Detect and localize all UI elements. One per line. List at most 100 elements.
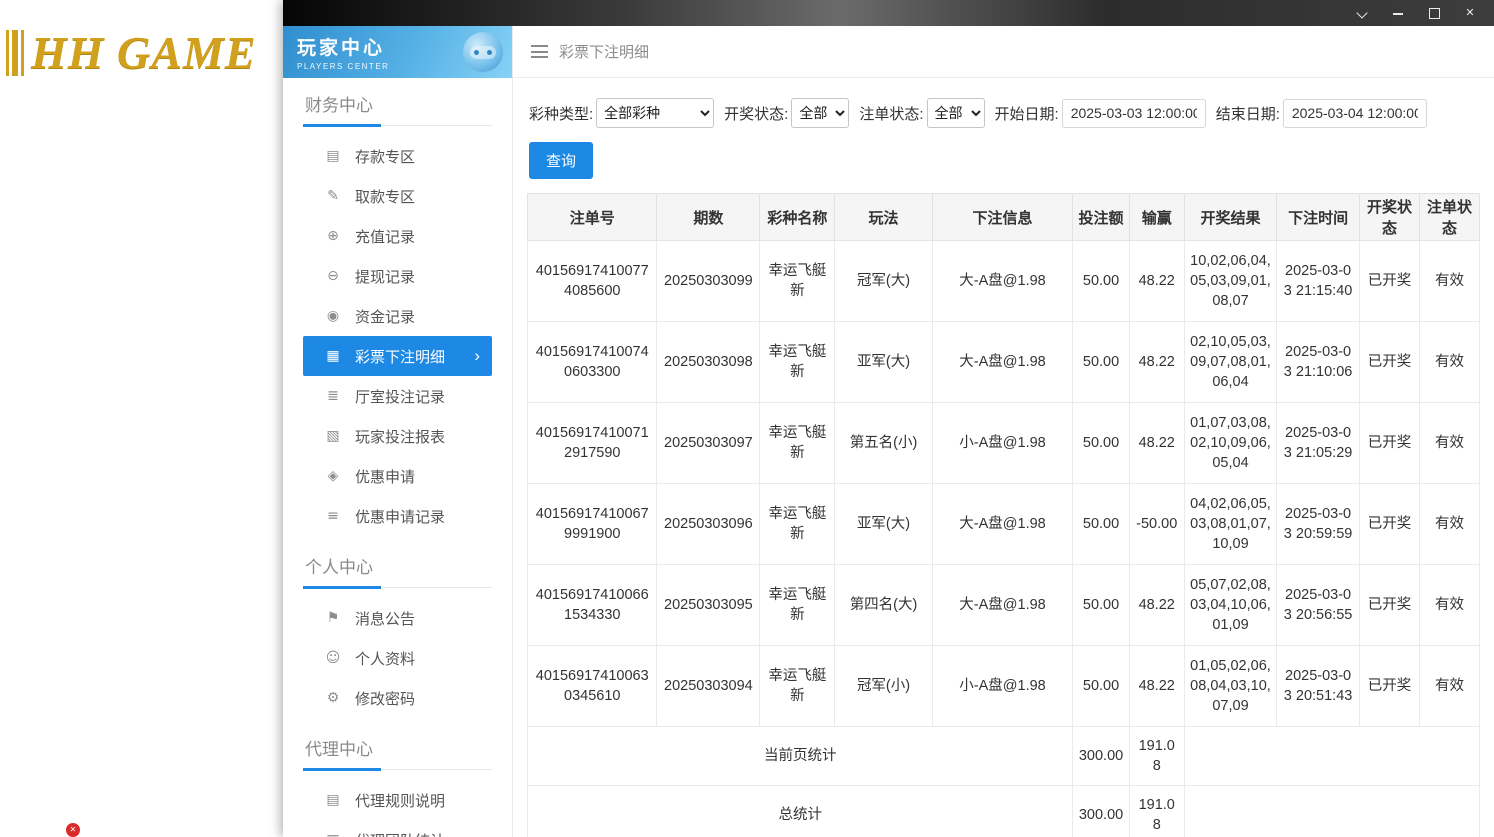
cell-bet-time: 2025-03-03 21:10:06 <box>1276 321 1360 403</box>
draw-status-label: 开奖状态: <box>724 105 789 123</box>
column-header-bet-amount: 投注额 <box>1072 193 1130 241</box>
cell-lottery-name: 幸运飞艇新 <box>759 483 836 565</box>
column-header-issue-number: 期数 <box>656 193 761 241</box>
cell-draw-status: 已开奖 <box>1358 402 1420 484</box>
cell-draw-result: 04,02,06,05,03,08,01,07,10,09 <box>1183 483 1278 565</box>
sidebar-item-withdrawal-records[interactable]: ⊖ 提现记录 <box>303 256 492 296</box>
section-title: 财务中心 <box>303 78 492 127</box>
summary-empty <box>1183 785 1481 837</box>
sidebar-item-label: 代理团队统计 <box>355 830 445 837</box>
sidebar-item-agent-team-stats[interactable]: ▦ 代理团队统计 <box>303 820 492 837</box>
sidebar-item-label: 厅室投注记录 <box>355 388 446 406</box>
draw-status-select[interactable]: 全部 <box>791 98 850 128</box>
sidebar-item-label: 资金记录 <box>355 308 416 326</box>
table-header-row: 注单号 期数 彩种名称 玩法 下注信息 投注额 输赢 开奖结果 下注时间 开奖状态 注单状态 <box>526 193 1481 241</box>
summary-label: 当前页统计 <box>526 726 1074 786</box>
sidebar-menu: 财务中心 ▤ 存款专区 ✎ 取款专区 ⊕ 充值记录 ⊖ 提现记录 ◉ 资金记录 ▦ 彩票下注明细 › ≣ 厅室… <box>283 78 512 837</box>
sidebar-item-announcements[interactable]: ⚑ 消息公告 <box>303 598 492 638</box>
start-date-input[interactable] <box>1061 98 1206 128</box>
app-window: 玩家中心 PLAYERS CENTER 财务中心 ▤ 存款专区 ✎ 取款专区 ⊕ 充值记录 ⊖… <box>283 0 1494 837</box>
cell-draw-result: 10,02,06,04,05,03,09,01,08,07 <box>1183 240 1278 322</box>
cell-bet-status: 有效 <box>1418 402 1481 484</box>
column-header-lottery-name: 彩种名称 <box>759 193 836 241</box>
sidebar-item-promo-apply-records[interactable]: ≡ 优惠申请记录 <box>303 496 492 536</box>
promo-apply-icon: ◈ <box>327 468 339 484</box>
sidebar-item-agent-rules[interactable]: ▤ 代理规则说明 <box>303 780 492 820</box>
summary-empty <box>1183 726 1481 786</box>
cell-bet-status: 有效 <box>1418 240 1481 322</box>
cell-draw-status: 已开奖 <box>1358 240 1420 322</box>
table-row: 401569174100712917590 20250303097 幸运飞艇新 第五名… <box>526 402 1481 484</box>
sidebar-item-label: 修改密码 <box>355 690 416 708</box>
lottery-type-select[interactable]: 全部彩种 <box>596 98 715 128</box>
cell-issue-number: 20250303096 <box>656 483 761 565</box>
window-maximize-button[interactable] <box>1428 7 1440 19</box>
window-chevron-icon[interactable] <box>1356 7 1368 19</box>
sidebar-item-lottery-bet-details[interactable]: ▦ 彩票下注明细 › <box>303 336 492 376</box>
sidebar-item-hall-bet-records[interactable]: ≣ 厅室投注记录 <box>303 376 492 416</box>
announcements-icon: ⚑ <box>326 610 340 626</box>
sidebar-item-funds-records[interactable]: ◉ 资金记录 <box>303 296 492 336</box>
cell-bet-time: 2025-03-03 20:51:43 <box>1276 645 1360 727</box>
sidebar-item-player-bet-report[interactable]: ▧ 玩家投注报表 <box>303 416 492 456</box>
sidebar-item-recharge-records[interactable]: ⊕ 充值记录 <box>303 216 492 256</box>
bet-status-select[interactable]: 全部 <box>926 98 985 128</box>
query-button[interactable]: 查询 <box>529 142 594 179</box>
hamburger-menu-icon[interactable] <box>531 45 548 58</box>
window-minimize-button[interactable] <box>1392 7 1404 19</box>
sidebar-item-label: 个人资料 <box>355 650 416 668</box>
cell-bet-amount: 50.00 <box>1072 321 1130 403</box>
hall-bet-records-icon: ≣ <box>327 388 339 404</box>
sidebar-item-label: 彩票下注明细 <box>355 348 446 366</box>
cell-draw-status: 已开奖 <box>1358 321 1420 403</box>
sidebar-item-label: 提现记录 <box>355 268 416 286</box>
cell-issue-number: 20250303094 <box>656 645 761 727</box>
end-date-label: 结束日期: <box>1215 105 1280 123</box>
end-date-input[interactable] <box>1282 98 1427 128</box>
cell-bet-amount: 50.00 <box>1072 240 1130 322</box>
cell-win-loss: 48.22 <box>1128 402 1185 484</box>
lottery-type-label: 彩种类型: <box>529 105 594 123</box>
cell-draw-result: 01,05,02,06,08,04,03,10,07,09 <box>1183 645 1278 727</box>
sidebar-item-label: 代理规则说明 <box>355 792 446 810</box>
table-row: 401569174100679991900 20250303096 幸运飞艇新 亚军(… <box>526 483 1481 565</box>
sidebar-item-promo-apply[interactable]: ◈ 优惠申请 <box>303 456 492 496</box>
cell-draw-result: 01,07,03,08,02,10,09,06,05,04 <box>1183 402 1278 484</box>
page-title: 彩票下注明细 <box>559 44 650 61</box>
cell-bet-id: 401569174100712917590 <box>526 402 658 484</box>
funds-records-icon: ◉ <box>326 308 340 324</box>
player-bet-report-icon: ▧ <box>326 428 340 444</box>
cell-bet-id: 401569174100679991900 <box>526 483 658 565</box>
summary-win-total: 191.08 <box>1128 785 1185 837</box>
sidebar-item-profile[interactable]: ☺ 个人资料 <box>303 638 492 678</box>
close-error-icon[interactable] <box>66 823 80 837</box>
main-content: 彩票下注明细 彩种类型: 全部彩种 开奖状态: 全部 注单状态: 全部 开始日期… <box>513 26 1494 837</box>
column-header-play-type: 玩法 <box>834 193 933 241</box>
table-row: 401569174100630345610 20250303094 幸运飞艇新 冠军(… <box>526 645 1481 727</box>
cell-bet-id: 401569174100740603300 <box>526 321 658 403</box>
lottery-bet-details-icon: ▦ <box>326 348 340 364</box>
table-row: 401569174100740603300 20250303098 幸运飞艇新 亚军(… <box>526 321 1481 403</box>
agent-rules-icon: ▤ <box>326 792 340 808</box>
window-close-button[interactable] <box>1464 7 1476 19</box>
sidebar-item-label: 优惠申请记录 <box>355 508 446 526</box>
cell-bet-id: 401569174100661534330 <box>526 564 658 646</box>
sidebar-item-label: 优惠申请 <box>355 468 416 486</box>
sidebar-item-deposit-zone[interactable]: ▤ 存款专区 <box>303 136 492 176</box>
cell-draw-result: 05,07,02,08,03,04,10,06,01,09 <box>1183 564 1278 646</box>
sidebar-item-withdraw-zone[interactable]: ✎ 取款专区 <box>303 176 492 216</box>
window-titlebar <box>283 0 1494 26</box>
column-header-draw-result: 开奖结果 <box>1183 193 1278 241</box>
cell-bet-time: 2025-03-03 21:05:29 <box>1276 402 1360 484</box>
cell-lottery-name: 幸运飞艇新 <box>759 240 836 322</box>
profile-icon: ☺ <box>325 650 341 666</box>
logo-text: HH GAME <box>31 27 257 78</box>
cell-bet-id: 401569174100630345610 <box>526 645 658 727</box>
cell-bet-status: 有效 <box>1418 321 1481 403</box>
cell-bet-info: 大-A盘@1.98 <box>931 483 1074 565</box>
sidebar-header: 玩家中心 PLAYERS CENTER <box>283 26 512 78</box>
sidebar-item-label: 取款专区 <box>355 188 416 206</box>
cell-win-loss: 48.22 <box>1128 645 1185 727</box>
cell-bet-amount: 50.00 <box>1072 564 1130 646</box>
sidebar-item-change-password[interactable]: ⚙ 修改密码 <box>303 678 492 718</box>
